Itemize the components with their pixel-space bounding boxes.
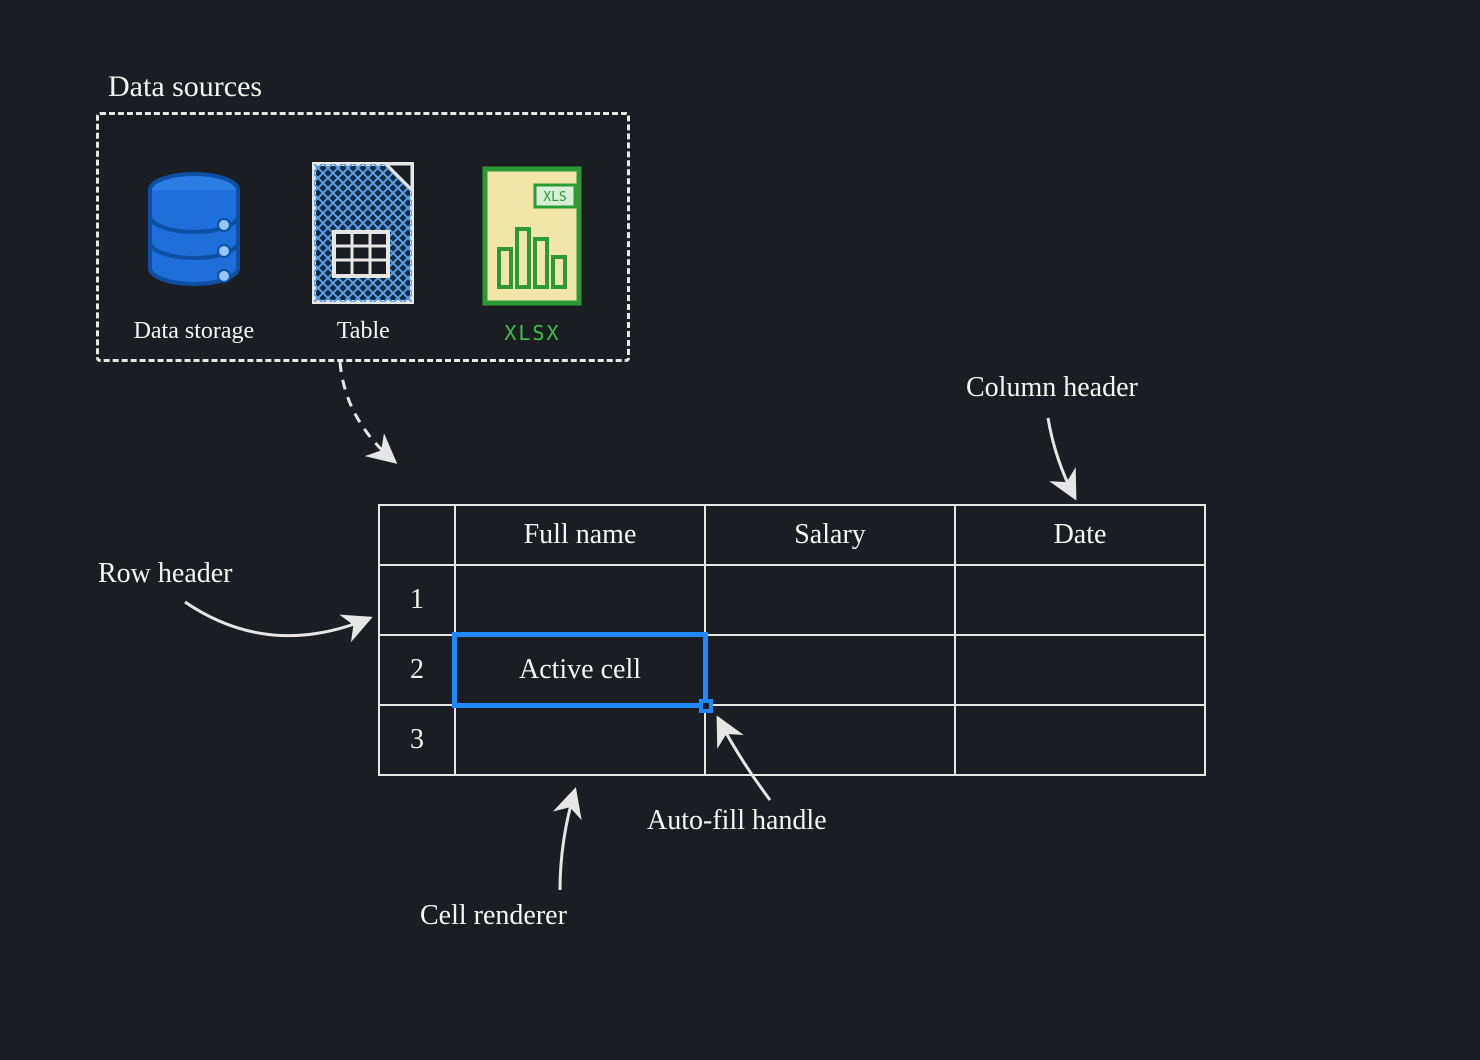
active-cell[interactable]: Active cell (455, 635, 705, 705)
column-header[interactable]: Date (955, 505, 1205, 565)
data-source-table: Table (303, 158, 423, 345)
data-source-storage: Data storage (134, 158, 255, 345)
spreadsheet-table: Full name Salary Date 1 2 Active cell 3 (378, 504, 1206, 776)
table-row: 2 Active cell (379, 635, 1205, 705)
table-row: 1 (379, 565, 1205, 635)
table-doc-icon (303, 158, 423, 308)
database-icon (134, 158, 254, 308)
cell[interactable] (455, 565, 705, 635)
data-sources-box: Data storage (96, 112, 630, 362)
cell[interactable] (955, 705, 1205, 775)
data-sources-title: Data sources (108, 70, 262, 104)
data-source-xlsx: XLS XLSX (472, 161, 592, 345)
autofill-handle[interactable] (699, 699, 713, 713)
annotation-column-header: Column header (966, 372, 1138, 404)
cell[interactable] (955, 635, 1205, 705)
active-cell-text: Active cell (519, 654, 641, 686)
row-header[interactable]: 1 (379, 565, 455, 635)
cell[interactable] (455, 705, 705, 775)
row-header[interactable]: 3 (379, 705, 455, 775)
column-header[interactable]: Salary (705, 505, 955, 565)
table-row: 3 (379, 705, 1205, 775)
annotation-autofill: Auto-fill handle (647, 805, 827, 837)
column-header[interactable]: Full name (455, 505, 705, 565)
cell[interactable] (705, 635, 955, 705)
arrow-sources-to-table (340, 362, 395, 462)
corner-cell[interactable] (379, 505, 455, 565)
arrow-row-header (185, 602, 370, 636)
xlsx-caption: XLSX (504, 321, 560, 345)
row-header[interactable]: 2 (379, 635, 455, 705)
xlsx-file-icon: XLS (472, 161, 592, 311)
arrow-column-header (1048, 418, 1075, 498)
cell[interactable] (955, 565, 1205, 635)
storage-caption: Data storage (134, 318, 255, 345)
annotation-row-header: Row header (98, 558, 233, 590)
table-caption: Table (337, 318, 390, 345)
xls-badge-text: XLS (544, 190, 567, 205)
annotation-cell-renderer: Cell renderer (420, 900, 567, 932)
arrow-cell-renderer (560, 790, 575, 890)
cell[interactable] (705, 565, 955, 635)
cell[interactable] (705, 705, 955, 775)
